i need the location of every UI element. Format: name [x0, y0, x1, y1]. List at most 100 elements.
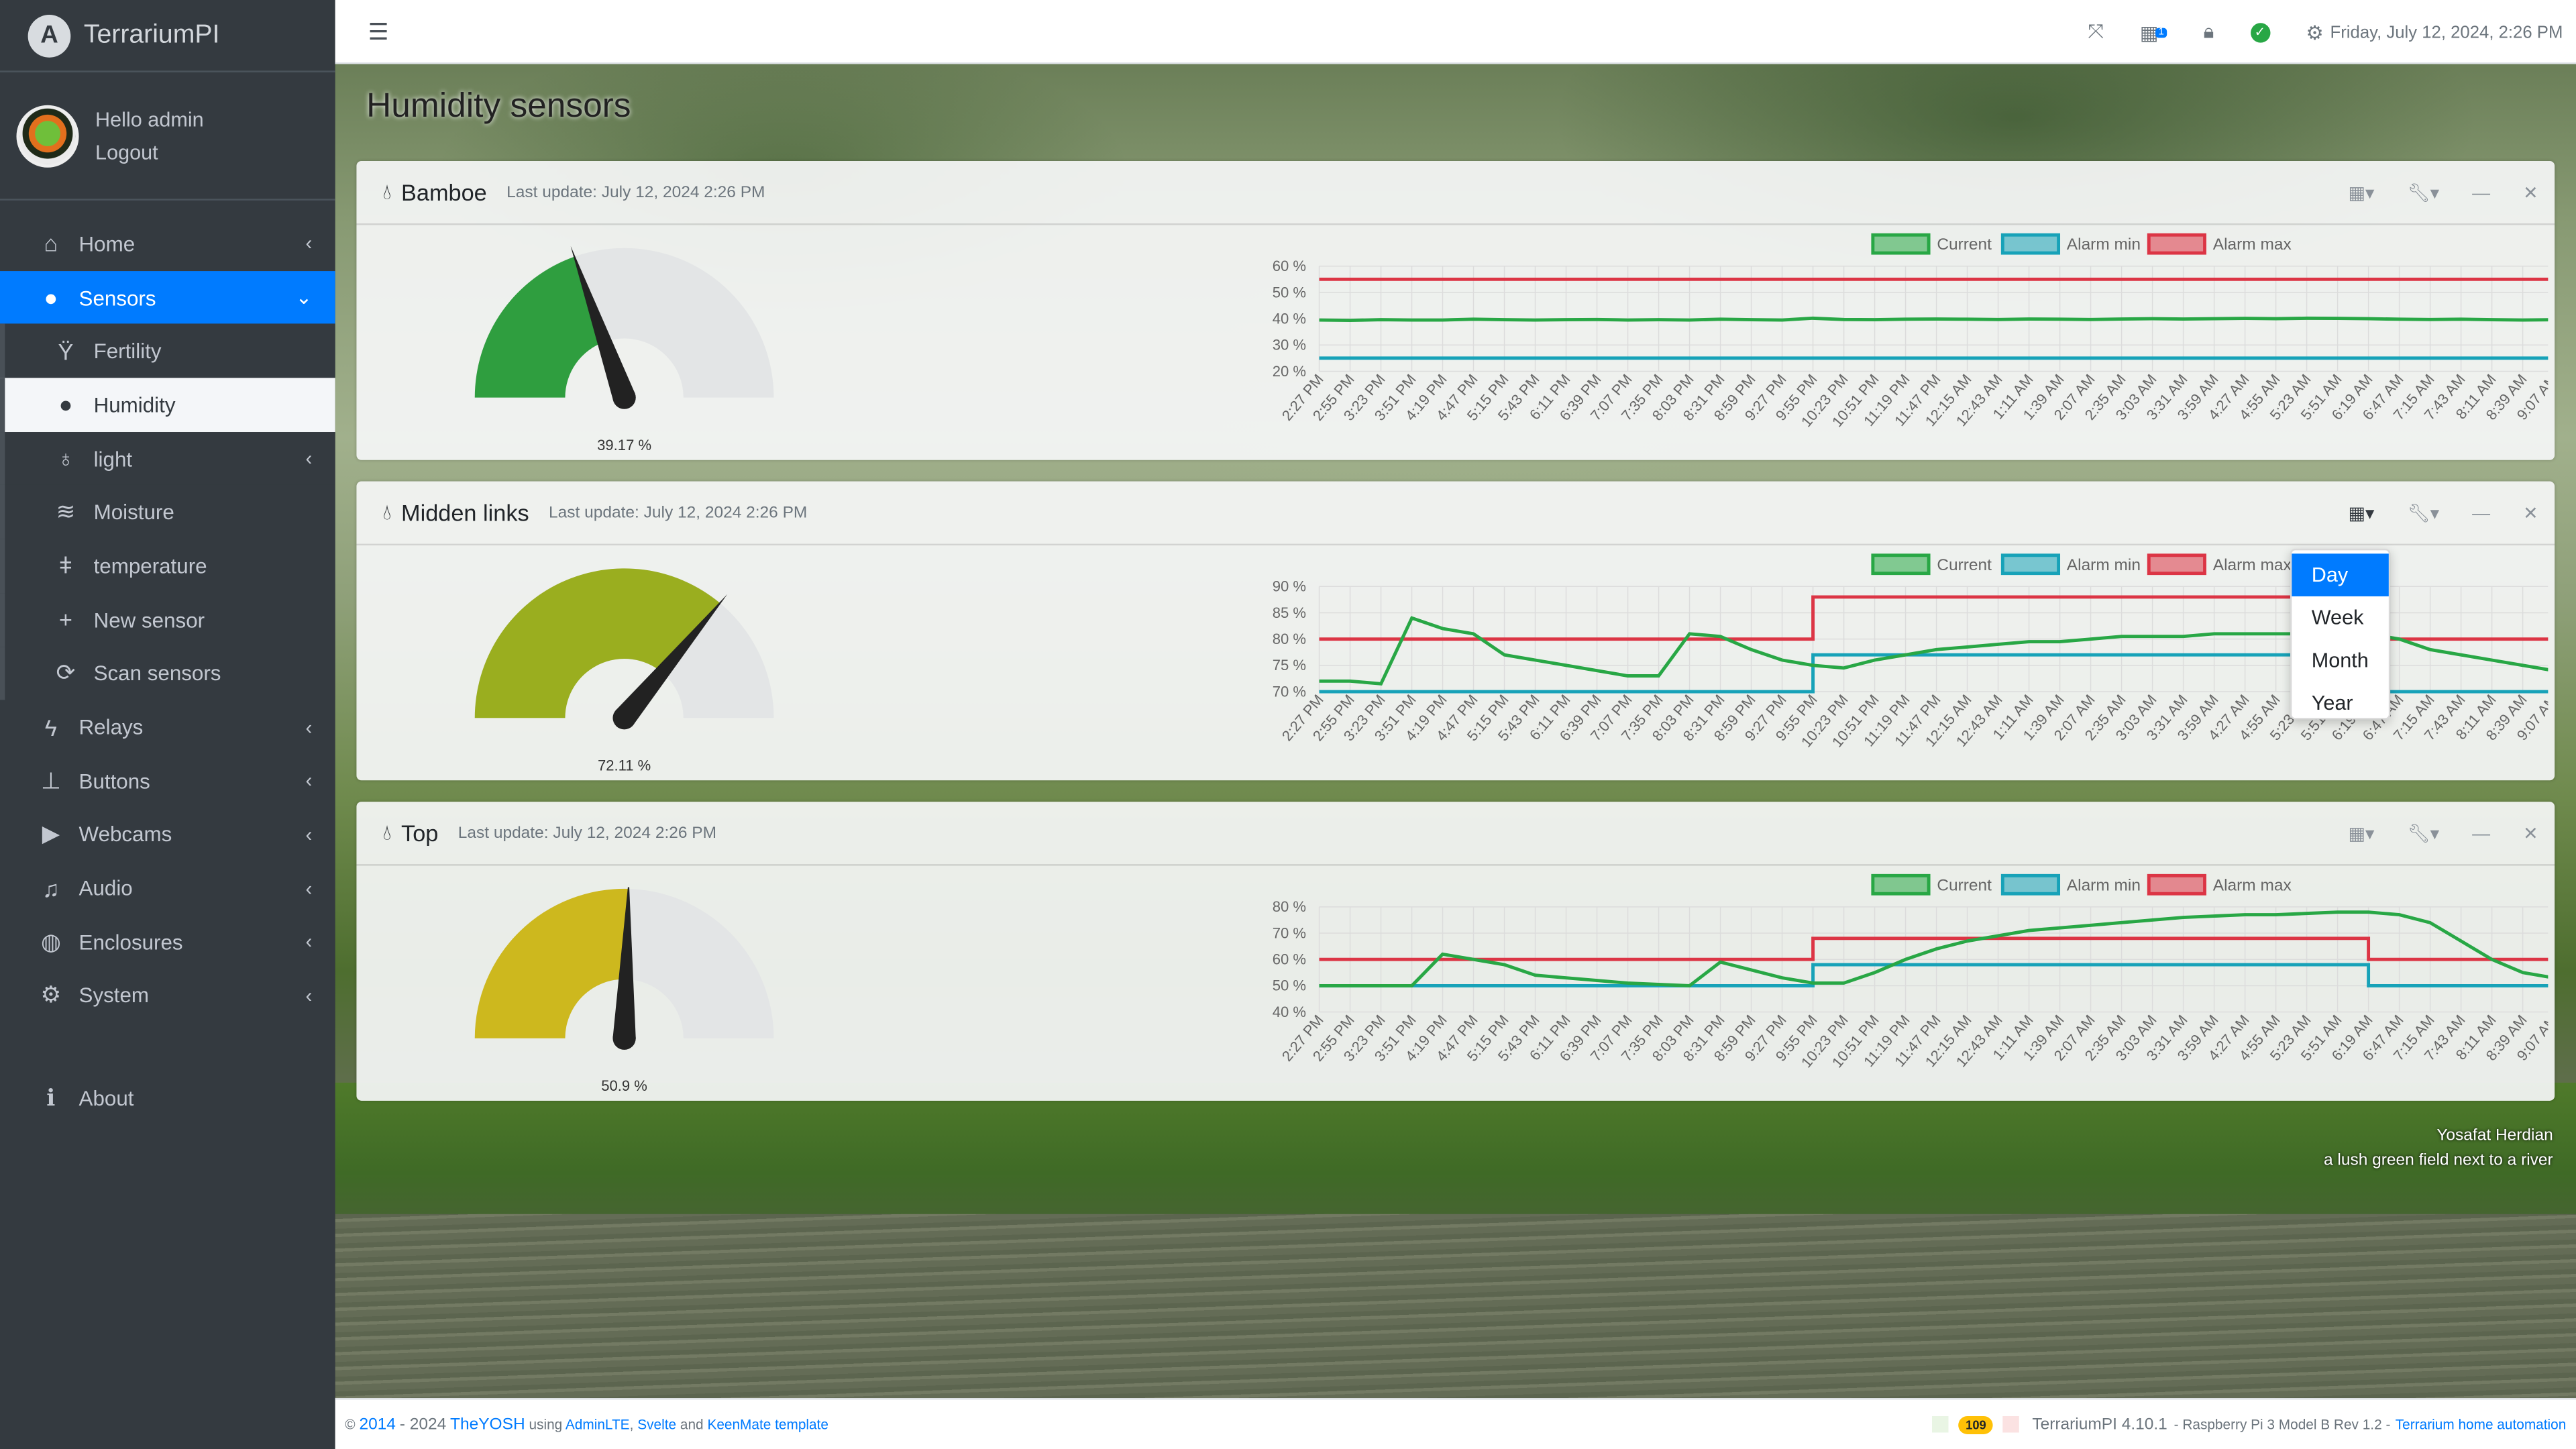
- y-tick-label: 70 %: [1273, 683, 1306, 700]
- legend-label-current: Current: [1937, 876, 1992, 894]
- sidebar-item-label: Fertility: [93, 339, 162, 364]
- calendar-button[interactable]: ▦ 1: [2140, 21, 2167, 44]
- sidebar-item-humidity[interactable]: ● Humidity: [0, 378, 335, 432]
- cog-icon: ⚙: [40, 981, 62, 1008]
- legend-label-alarm-min: Alarm min: [2067, 556, 2141, 574]
- legend-label-current: Current: [1937, 556, 1992, 574]
- y-tick-label: 90 %: [1273, 578, 1306, 595]
- legend-swatch: [1871, 233, 1931, 255]
- drop-icon: 💧︎: [382, 820, 392, 845]
- period-option-month[interactable]: Month: [2292, 639, 2388, 682]
- sidebar-item-about[interactable]: ℹ About: [0, 1072, 335, 1126]
- cog-icon: ⚙: [2306, 20, 2324, 44]
- sensor-name: Midden links: [401, 499, 529, 526]
- sidebar-item-moisture[interactable]: ≋ Moisture: [0, 485, 335, 539]
- period-option-year[interactable]: Year: [2292, 682, 2388, 724]
- author-link[interactable]: TheYOSH: [450, 1415, 525, 1434]
- series-current: [1319, 910, 2548, 987]
- logout-link[interactable]: Logout: [95, 136, 204, 168]
- water-icon: ≋: [56, 498, 76, 525]
- period-select-button[interactable]: ▦▾: [2348, 823, 2374, 844]
- lock-icon[interactable]: 🔒︎: [2204, 19, 2214, 44]
- notification-badge[interactable]: 109: [1959, 1415, 1993, 1434]
- sensor-card: 💧︎ Top Last update: July 12, 2024 2:26 P…: [356, 802, 2555, 1101]
- chevron-down-icon: ⌄: [295, 286, 313, 309]
- sidebar-item-relays[interactable]: ϟ Relays ‹: [0, 700, 335, 754]
- sidebar-item-sensors[interactable]: ● Sensors ⌄: [0, 270, 335, 325]
- sidebar-item-scan-sensors[interactable]: ⟳ Scan sensors: [0, 646, 335, 700]
- sidebar-item-temperature[interactable]: ǂ temperature: [0, 539, 335, 593]
- settings-button[interactable]: 🔧︎▾: [2407, 502, 2439, 524]
- sidebar-item-system[interactable]: ⚙ System ‹: [0, 969, 335, 1022]
- sensor-name: Top: [401, 820, 439, 847]
- y-tick-label: 80 %: [1273, 631, 1306, 647]
- plus-icon: +: [58, 606, 72, 633]
- minus-icon: —: [2472, 183, 2491, 203]
- calendar-badge: 1: [2155, 27, 2167, 38]
- thumbtack-icon: ⊥: [40, 766, 61, 794]
- card-header: 💧︎ Bamboe Last update: July 12, 2024 2:2…: [356, 161, 2555, 225]
- period-option-day[interactable]: Day: [2292, 553, 2389, 596]
- period-option-week[interactable]: Week: [2292, 596, 2388, 639]
- year-link[interactable]: 2014: [359, 1415, 395, 1434]
- adminlte-link[interactable]: AdminLTE: [566, 1415, 630, 1432]
- sidebar-item-home[interactable]: ⌂ Home ‹: [0, 217, 335, 270]
- period-select-button[interactable]: ▦▾: [2348, 182, 2374, 203]
- terrariumpi-logo-icon: A: [28, 13, 71, 57]
- sidebar-item-webcams[interactable]: ▶ Webcams ‹: [0, 808, 335, 861]
- chevron-left-icon: ‹: [305, 822, 313, 846]
- y-tick-label: 60 %: [1273, 951, 1306, 968]
- year-range: - 2024: [399, 1415, 447, 1434]
- wrench-icon: 🔧︎▾: [2407, 184, 2440, 204]
- legend-label-alarm-max: Alarm max: [2213, 876, 2292, 894]
- period-select-button[interactable]: ▦▾: [2348, 502, 2374, 524]
- sidebar-item-fertility[interactable]: Ÿ Fertility: [0, 324, 335, 378]
- keenmate-link[interactable]: KeenMate template: [707, 1415, 828, 1432]
- legend-label-alarm-max: Alarm max: [2213, 556, 2292, 574]
- chevron-left-icon: ‹: [305, 876, 313, 900]
- close-button[interactable]: ✕: [2523, 823, 2538, 845]
- datetime-button[interactable]: ⚙ Friday, July 12, 2024, 2:26 PM: [2306, 21, 2563, 44]
- drop-icon: 💧︎: [382, 178, 392, 204]
- sidebar-item-enclosures[interactable]: ◍ Enclosures ‹: [0, 915, 335, 969]
- settings-button[interactable]: 🔧︎▾: [2407, 182, 2440, 204]
- fullscreen-icon[interactable]: ⤧: [2088, 19, 2104, 44]
- minimize-button[interactable]: —: [2472, 504, 2490, 523]
- info-icon: ℹ: [46, 1084, 56, 1111]
- svelte-link[interactable]: Svelte: [637, 1415, 676, 1432]
- user-greeting: Hello admin: [95, 107, 204, 131]
- minus-icon: —: [2472, 824, 2491, 844]
- sidebar-item-audio[interactable]: ♫ Audio ‹: [0, 861, 335, 915]
- sidebar-item-new-sensor[interactable]: + New sensor: [0, 592, 335, 647]
- gauge-value: 72.11 %: [597, 757, 651, 774]
- gauge-value: 39.17 %: [597, 437, 652, 453]
- close-icon: ✕: [2523, 824, 2538, 845]
- video-icon: ▶: [42, 820, 60, 847]
- menu-toggle-icon[interactable]: ☰: [368, 17, 389, 46]
- status-indicator: [1933, 1416, 1949, 1433]
- y-tick-label: 60 %: [1273, 258, 1306, 274]
- minimize-button[interactable]: —: [2472, 824, 2490, 843]
- legend-swatch: [1871, 873, 1931, 896]
- sidebar: A TerrariumPI Hello admin Logout ⌂ Home ‹ …: [0, 0, 335, 1449]
- y-tick-label: 80 %: [1273, 898, 1306, 915]
- using-text: using: [529, 1415, 563, 1432]
- sidebar-item-label: Moisture: [93, 500, 174, 525]
- settings-button[interactable]: 🔧︎▾: [2407, 823, 2439, 844]
- tagline-link[interactable]: Terrarium home automation: [2396, 1416, 2567, 1432]
- close-button[interactable]: ✕: [2523, 502, 2538, 524]
- sidebar-item-label: System: [78, 983, 150, 1008]
- drop-icon: ●: [58, 391, 73, 419]
- status-ok-icon[interactable]: ✓: [2250, 22, 2270, 42]
- sidebar-item-buttons[interactable]: ⊥ Buttons ‹: [0, 754, 335, 808]
- chevron-left-icon: ‹: [305, 447, 313, 470]
- calendar-icon: ▦▾: [2348, 504, 2375, 525]
- sidebar-item-label: Webcams: [78, 822, 172, 847]
- brand-link[interactable]: A TerrariumPI: [0, 0, 335, 72]
- minimize-button[interactable]: —: [2472, 183, 2490, 203]
- close-button[interactable]: ✕: [2523, 182, 2538, 203]
- humidity-gauge: 72.11 %: [472, 567, 777, 780]
- sidebar-item-label: Relays: [78, 714, 144, 740]
- thermometer-icon: ǂ: [58, 553, 72, 580]
- sidebar-item-light[interactable]: ♁ light ‹: [0, 431, 335, 486]
